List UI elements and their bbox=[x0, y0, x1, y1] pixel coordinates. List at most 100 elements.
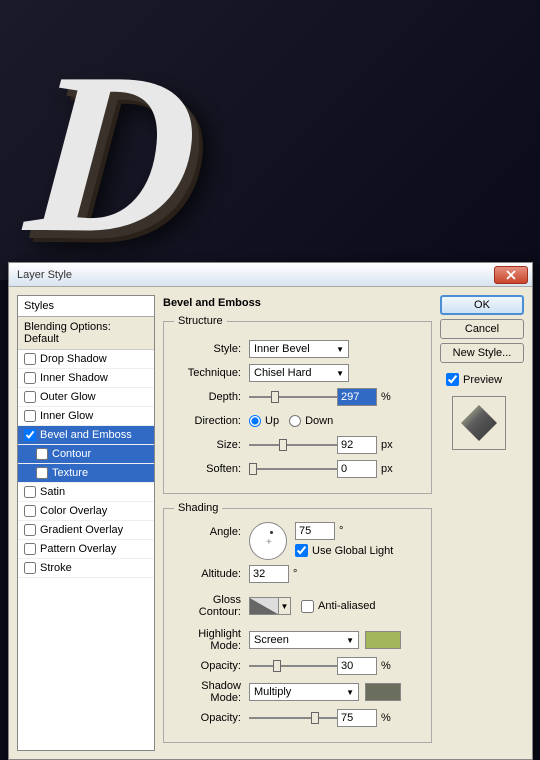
technique-select[interactable]: Chisel Hard▼ bbox=[249, 364, 349, 382]
shadow-opacity-unit: % bbox=[381, 712, 391, 724]
close-icon bbox=[506, 270, 516, 280]
style-item-gradient-overlay[interactable]: Gradient Overlay bbox=[18, 521, 154, 540]
soften-slider[interactable] bbox=[249, 461, 337, 477]
structure-legend: Structure bbox=[174, 315, 227, 327]
chevron-down-icon: ▼ bbox=[336, 345, 344, 354]
titlebar: Layer Style bbox=[9, 263, 532, 287]
preview-thumbnail bbox=[452, 396, 506, 450]
style-item-label: Inner Shadow bbox=[40, 372, 108, 384]
gloss-contour-swatch[interactable] bbox=[249, 597, 279, 615]
style-checkbox[interactable] bbox=[24, 391, 36, 403]
depth-slider[interactable] bbox=[249, 389, 337, 405]
style-checkbox[interactable] bbox=[24, 524, 36, 536]
style-item-label: Satin bbox=[40, 486, 65, 498]
panel-title: Bevel and Emboss bbox=[163, 295, 432, 315]
highlight-opacity-input[interactable] bbox=[337, 657, 377, 675]
style-checkbox[interactable] bbox=[24, 562, 36, 574]
global-light-checkbox[interactable] bbox=[295, 544, 308, 557]
style-checkbox[interactable] bbox=[24, 543, 36, 555]
size-input[interactable] bbox=[337, 436, 377, 454]
style-checkbox[interactable] bbox=[24, 410, 36, 422]
style-item-label: Texture bbox=[52, 467, 88, 479]
style-checkbox[interactable] bbox=[24, 486, 36, 498]
altitude-label: Altitude: bbox=[174, 568, 249, 580]
style-item-label: Inner Glow bbox=[40, 410, 93, 422]
style-item-stroke[interactable]: Stroke bbox=[18, 559, 154, 578]
style-checkbox[interactable] bbox=[24, 505, 36, 517]
angle-label: Angle: bbox=[174, 522, 249, 560]
style-checkbox[interactable] bbox=[24, 429, 36, 441]
highlight-mode-label: Highlight Mode: bbox=[174, 628, 249, 652]
depth-input[interactable] bbox=[337, 388, 377, 406]
styles-header[interactable]: Styles bbox=[18, 296, 154, 317]
style-item-contour[interactable]: Contour bbox=[18, 445, 154, 464]
highlight-opacity-unit: % bbox=[381, 660, 391, 672]
style-checkbox[interactable] bbox=[36, 448, 48, 460]
highlight-opacity-slider[interactable] bbox=[249, 658, 337, 674]
gloss-contour-menu[interactable]: ▼ bbox=[279, 597, 291, 615]
bg-letter-d: D bbox=[18, 20, 207, 285]
styles-list: Styles Blending Options: Default Drop Sh… bbox=[17, 295, 155, 751]
layer-style-dialog: Layer Style Styles Blending Options: Def… bbox=[8, 262, 533, 760]
style-item-label: Color Overlay bbox=[40, 505, 107, 517]
highlight-mode-select[interactable]: Screen▼ bbox=[249, 631, 359, 649]
size-label: Size: bbox=[174, 439, 249, 451]
style-select[interactable]: Inner Bevel▼ bbox=[249, 340, 349, 358]
background-image: D bbox=[0, 0, 540, 280]
highlight-opacity-label: Opacity: bbox=[174, 660, 249, 672]
style-item-label: Gradient Overlay bbox=[40, 524, 123, 536]
gloss-contour-label: Gloss Contour: bbox=[174, 594, 249, 618]
size-slider[interactable] bbox=[249, 437, 337, 453]
preview-checkbox[interactable] bbox=[446, 373, 459, 386]
angle-unit: ° bbox=[339, 525, 343, 537]
style-item-outer-glow[interactable]: Outer Glow bbox=[18, 388, 154, 407]
shading-fieldset: Shading Angle: + ° Use Global Light Alti… bbox=[163, 502, 432, 743]
angle-input[interactable] bbox=[295, 522, 335, 540]
antialiased-checkbox[interactable] bbox=[301, 600, 314, 613]
shadow-mode-select[interactable]: Multiply▼ bbox=[249, 683, 359, 701]
style-item-bevel-and-emboss[interactable]: Bevel and Emboss bbox=[18, 426, 154, 445]
shadow-opacity-label: Opacity: bbox=[174, 712, 249, 724]
blending-options-header[interactable]: Blending Options: Default bbox=[18, 317, 154, 350]
chevron-down-icon: ▼ bbox=[346, 636, 354, 645]
style-item-inner-shadow[interactable]: Inner Shadow bbox=[18, 369, 154, 388]
style-item-label: Stroke bbox=[40, 562, 72, 574]
style-checkbox[interactable] bbox=[24, 353, 36, 365]
size-unit: px bbox=[381, 439, 393, 451]
highlight-color-swatch[interactable] bbox=[365, 631, 401, 649]
style-item-label: Bevel and Emboss bbox=[40, 429, 132, 441]
angle-control[interactable]: + bbox=[249, 522, 287, 560]
ok-button[interactable]: OK bbox=[440, 295, 524, 315]
style-item-inner-glow[interactable]: Inner Glow bbox=[18, 407, 154, 426]
style-checkbox[interactable] bbox=[24, 372, 36, 384]
direction-up-radio[interactable] bbox=[249, 415, 261, 427]
style-item-satin[interactable]: Satin bbox=[18, 483, 154, 502]
main-panel: Bevel and Emboss Structure Style: Inner … bbox=[163, 295, 432, 751]
cancel-button[interactable]: Cancel bbox=[440, 319, 524, 339]
shadow-color-swatch[interactable] bbox=[365, 683, 401, 701]
shadow-opacity-slider[interactable] bbox=[249, 710, 337, 726]
shadow-opacity-input[interactable] bbox=[337, 709, 377, 727]
altitude-unit: ° bbox=[293, 568, 297, 580]
style-item-label: Contour bbox=[52, 448, 91, 460]
style-label: Style: bbox=[174, 343, 249, 355]
style-item-color-overlay[interactable]: Color Overlay bbox=[18, 502, 154, 521]
chevron-down-icon: ▼ bbox=[346, 688, 354, 697]
depth-label: Depth: bbox=[174, 391, 249, 403]
style-item-label: Outer Glow bbox=[40, 391, 96, 403]
style-item-pattern-overlay[interactable]: Pattern Overlay bbox=[18, 540, 154, 559]
soften-label: Soften: bbox=[174, 463, 249, 475]
style-item-drop-shadow[interactable]: Drop Shadow bbox=[18, 350, 154, 369]
depth-unit: % bbox=[381, 391, 391, 403]
direction-down-radio[interactable] bbox=[289, 415, 301, 427]
style-checkbox[interactable] bbox=[36, 467, 48, 479]
soften-input[interactable] bbox=[337, 460, 377, 478]
new-style-button[interactable]: New Style... bbox=[440, 343, 524, 363]
chevron-down-icon: ▼ bbox=[336, 369, 344, 378]
style-item-label: Pattern Overlay bbox=[40, 543, 116, 555]
altitude-input[interactable] bbox=[249, 565, 289, 583]
style-item-texture[interactable]: Texture bbox=[18, 464, 154, 483]
right-panel: OK Cancel New Style... Preview bbox=[440, 295, 524, 751]
close-button[interactable] bbox=[494, 266, 528, 284]
technique-label: Technique: bbox=[174, 367, 249, 379]
